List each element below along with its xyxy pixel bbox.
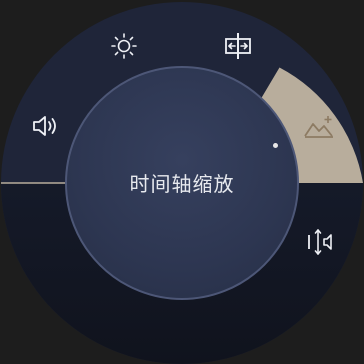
knob-indicator-dot [273,143,278,148]
brightness-icon [111,33,137,59]
vertical-audio-move-icon [308,229,332,255]
horizontal-move-icon [225,33,251,59]
volume-icon [33,116,56,136]
image-adjust-icon [304,116,333,138]
horizontal-move-button[interactable] [218,26,258,66]
brightness-button[interactable] [104,26,144,66]
vertical-audio-move-button[interactable] [300,222,340,262]
center-knob[interactable]: 时间轴缩放 [65,66,299,300]
center-label: 时间轴缩放 [129,171,235,196]
volume-button[interactable] [26,106,66,146]
dial-control: 时间轴缩放 [0,0,364,364]
image-adjust-button[interactable] [299,106,339,146]
